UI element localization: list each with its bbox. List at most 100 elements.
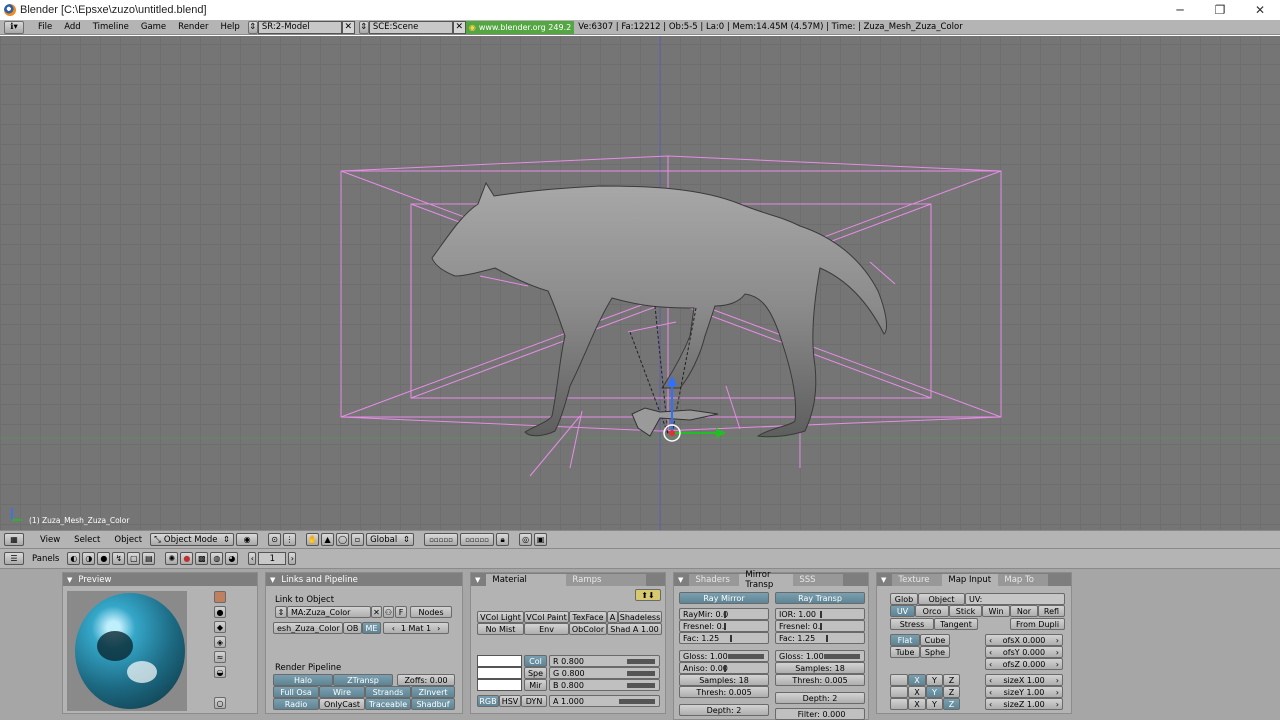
- orientation-select[interactable]: Global ⇕: [366, 533, 415, 546]
- menu-view[interactable]: View: [34, 535, 66, 545]
- panels-label[interactable]: Panels: [26, 554, 65, 564]
- stick-button[interactable]: Stick: [949, 605, 982, 617]
- preview-panel-header[interactable]: ▼ Preview: [63, 573, 257, 586]
- map-x-none-button[interactable]: [890, 674, 908, 686]
- halo-button[interactable]: Halo: [273, 674, 333, 686]
- preview-sky-icon[interactable]: ◒: [214, 666, 226, 678]
- texface-button[interactable]: TexFace: [569, 611, 607, 623]
- map-z-y-button[interactable]: Y: [926, 698, 943, 710]
- nor-button[interactable]: Nor: [1010, 605, 1038, 617]
- sphe-button[interactable]: Sphe: [920, 646, 950, 658]
- menu-render[interactable]: Render: [172, 22, 214, 32]
- raymir-slider[interactable]: RayMir: 0.0: [679, 608, 769, 620]
- render-preview-icon[interactable]: ◎: [519, 533, 533, 546]
- vcol-paint-button[interactable]: VCol Paint: [524, 611, 569, 623]
- dyn-mode-button[interactable]: DYN: [521, 695, 547, 707]
- mode-select[interactable]: ⤡ Object Mode ⇕: [150, 533, 235, 546]
- radio-button[interactable]: Radio: [273, 698, 319, 710]
- shadbuf-button[interactable]: Shadbuf: [411, 698, 455, 710]
- uv-layer-field[interactable]: UV:: [965, 593, 1065, 605]
- map-y-none-button[interactable]: [890, 686, 908, 698]
- mirror-gloss-slider[interactable]: Gloss: 1.00: [679, 650, 769, 662]
- material-browse-icon[interactable]: ⇕: [275, 606, 287, 618]
- transp-samples-field[interactable]: Samples: 18: [775, 662, 865, 674]
- tangent-button[interactable]: Tangent: [934, 618, 978, 630]
- material-name-field[interactable]: MA:Zuza_Color: [287, 606, 371, 618]
- object-map-button[interactable]: Object: [918, 593, 965, 605]
- menu-add[interactable]: Add: [58, 22, 86, 32]
- ofsx-field[interactable]: ‹ ofsX 0.000 ›: [985, 634, 1063, 646]
- glob-button[interactable]: Glob: [890, 593, 918, 605]
- env-button[interactable]: Env: [524, 623, 569, 635]
- ray-mirror-button[interactable]: Ray Mirror: [679, 592, 769, 604]
- map-x-z-button[interactable]: Z: [943, 674, 960, 686]
- object-context-icon[interactable]: ↯: [112, 552, 126, 565]
- menu-help[interactable]: Help: [214, 22, 245, 32]
- ztransp-button[interactable]: ZTransp: [333, 674, 393, 686]
- frame-increment-icon[interactable]: ›: [288, 552, 297, 565]
- lock-icon[interactable]: 🔒︎: [496, 533, 510, 546]
- ray-transp-button[interactable]: Ray Transp: [775, 592, 865, 604]
- mesh-name-field[interactable]: esh_Zuza_Color: [273, 622, 343, 634]
- mirror-collapse-icon[interactable]: ▼: [678, 576, 683, 584]
- map-input-collapse-icon[interactable]: ▼: [881, 576, 886, 584]
- logic-context-icon[interactable]: ◐: [67, 552, 81, 565]
- camera-render-icon[interactable]: ▣: [534, 533, 548, 546]
- tab-map-input[interactable]: Map Input: [942, 573, 999, 586]
- hand-manipulator-icon[interactable]: ✋: [306, 533, 320, 546]
- material-unlink-icon[interactable]: ✕: [371, 606, 382, 618]
- aniso-slider[interactable]: Aniso: 0.00: [679, 662, 769, 674]
- ofsy-field[interactable]: ‹ ofsY 0.000 ›: [985, 646, 1063, 658]
- specular-swatch[interactable]: [477, 667, 522, 679]
- obcolor-button[interactable]: ObColor: [569, 623, 607, 635]
- ob-link-button[interactable]: OB: [343, 622, 362, 634]
- close-icon[interactable]: ✕: [1240, 0, 1280, 20]
- tab-map-to[interactable]: Map To: [998, 573, 1049, 586]
- scene-context-icon[interactable]: ▤: [142, 552, 156, 565]
- shadeless-button[interactable]: Shadeless: [618, 611, 662, 623]
- zoffs-field[interactable]: Zoffs: 0.00: [397, 674, 455, 686]
- tab-sss[interactable]: SSS: [793, 573, 844, 586]
- menu-file[interactable]: File: [32, 22, 58, 32]
- screen-browse-icon[interactable]: ⇕: [247, 20, 258, 34]
- mir-button[interactable]: Mir: [524, 679, 547, 691]
- mirror-fresnel-slider[interactable]: Fresnel: 0.: [679, 620, 769, 632]
- copy-paste-icon[interactable]: ⬆⬇: [635, 589, 661, 601]
- tab-shaders[interactable]: Shaders: [689, 573, 740, 586]
- hsv-mode-button[interactable]: HSV: [499, 695, 521, 707]
- scene-delete-icon[interactable]: ✕: [452, 20, 466, 34]
- preview-cube-icon[interactable]: ◆: [214, 621, 226, 633]
- screen-delete-icon[interactable]: ✕: [341, 20, 355, 34]
- tab-ramps[interactable]: Ramps: [566, 573, 647, 586]
- full-osa-button[interactable]: Full Osa: [273, 686, 319, 698]
- preview-refresh-icon[interactable]: ○: [214, 697, 226, 709]
- minimize-icon[interactable]: ─: [1160, 0, 1200, 20]
- sizex-field[interactable]: ‹ sizeX 1.00 ›: [985, 674, 1063, 686]
- map-y-x-button[interactable]: X: [908, 686, 926, 698]
- sizez-field[interactable]: ‹ sizeZ 1.00 ›: [985, 698, 1063, 710]
- transp-fresnel-slider[interactable]: Fresnel: 0.: [775, 620, 865, 632]
- filter-slider[interactable]: Filter: 0.000: [775, 708, 865, 720]
- preview-monkey-icon[interactable]: ◈: [214, 636, 226, 648]
- tab-mirror-transp[interactable]: Mirror Transp: [739, 570, 794, 590]
- zinvert-button[interactable]: ZInvert: [411, 686, 455, 698]
- sizey-field[interactable]: ‹ sizeY 1.00 ›: [985, 686, 1063, 698]
- spe-button[interactable]: Spe: [524, 667, 547, 679]
- snap-icon[interactable]: ⋮: [283, 533, 297, 546]
- tube-button[interactable]: Tube: [890, 646, 920, 658]
- flat-button[interactable]: Flat: [890, 634, 920, 646]
- texture-sub-icon[interactable]: ▩: [195, 552, 209, 565]
- layers-row1-icon[interactable]: ▫▫▫▫▫: [424, 533, 459, 546]
- 3d-viewport[interactable]: (1) Zuza_Mesh_Zuza_Color: [0, 36, 1280, 530]
- screen-field[interactable]: SR:2-Model: [257, 20, 342, 34]
- traceable-button[interactable]: Traceable: [365, 698, 411, 710]
- map-y-z-button[interactable]: Z: [943, 686, 960, 698]
- nodes-button[interactable]: Nodes: [410, 606, 452, 618]
- radio-sub-icon[interactable]: ◍: [210, 552, 224, 565]
- transp-depth-field[interactable]: Depth: 2: [775, 692, 865, 704]
- material-index-field[interactable]: ‹ 1 Mat 1 ›: [383, 622, 449, 634]
- map-y-y-button[interactable]: Y: [926, 686, 943, 698]
- editing-context-icon[interactable]: ▢: [127, 552, 141, 565]
- cube-button[interactable]: Cube: [920, 634, 950, 646]
- stress-button[interactable]: Stress: [890, 618, 934, 630]
